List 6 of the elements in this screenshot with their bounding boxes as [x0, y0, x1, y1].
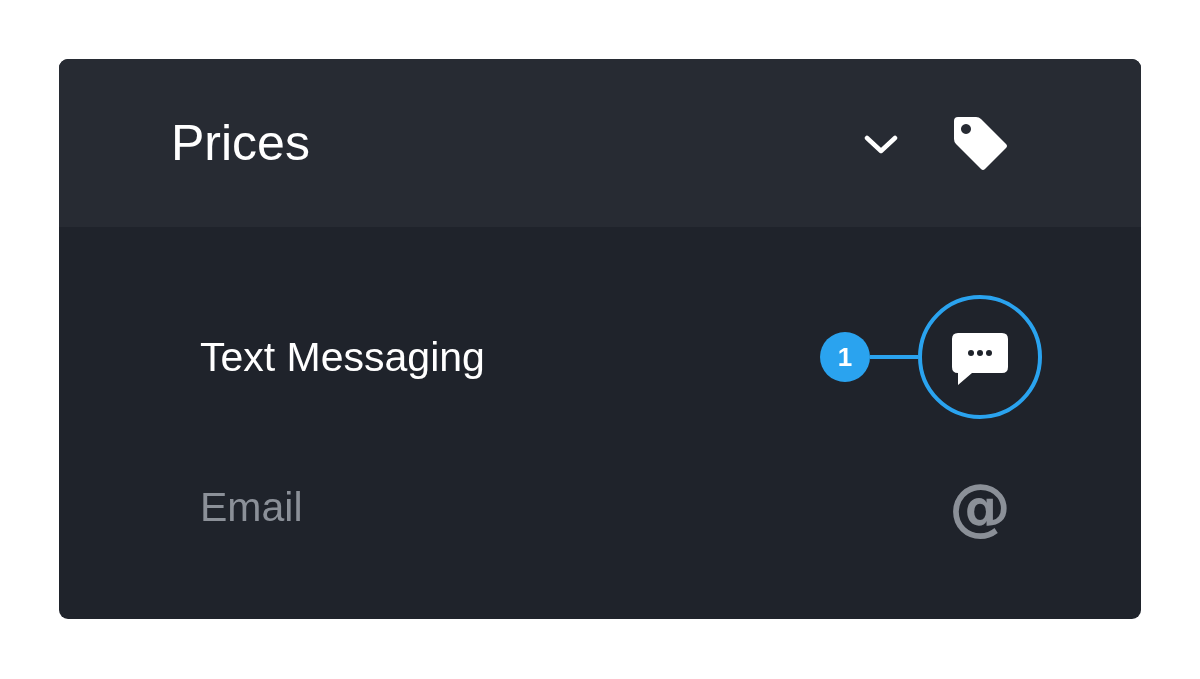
at-sign-icon: @ — [949, 476, 1011, 538]
menu-item[interactable]: Text Messaging — [200, 333, 485, 381]
menu-item[interactable]: Email — [200, 483, 303, 531]
callout-badge: 1 — [820, 332, 870, 382]
section-title: Prices — [171, 114, 310, 172]
chevron-down-icon[interactable] — [864, 135, 898, 155]
